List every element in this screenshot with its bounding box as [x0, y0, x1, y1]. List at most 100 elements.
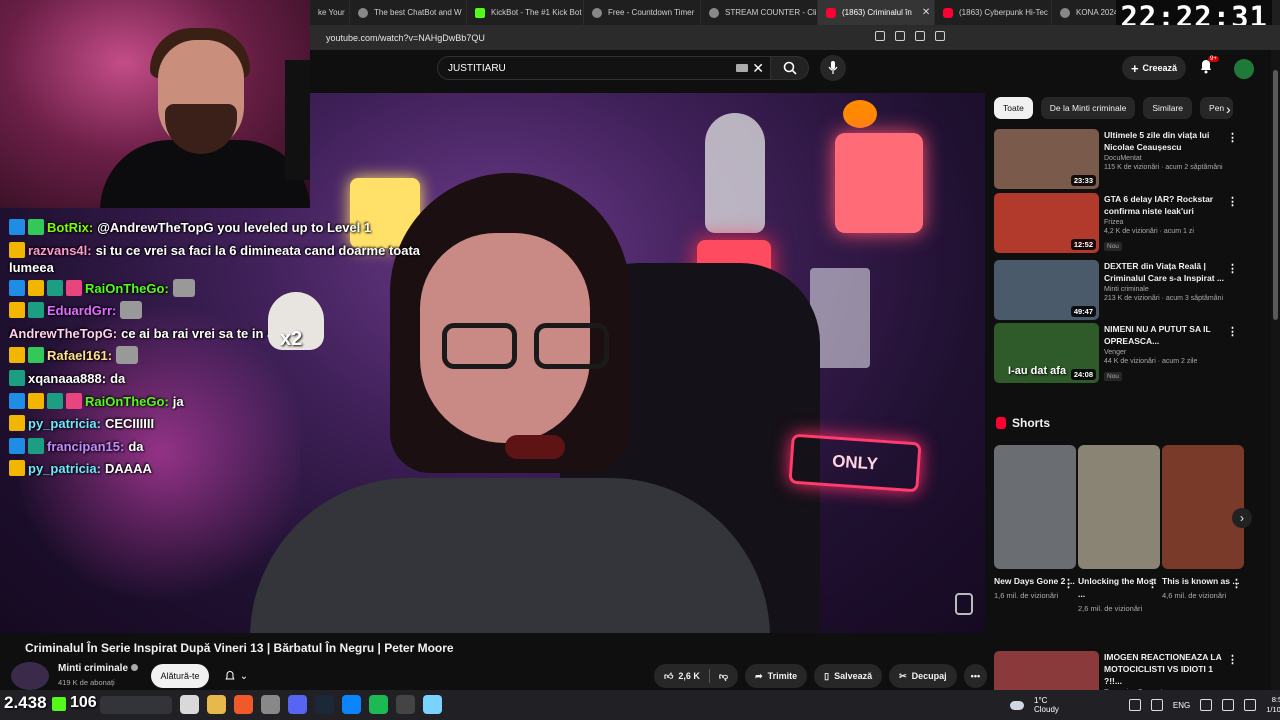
watermark-icon — [955, 593, 973, 615]
filter-chip[interactable]: Similare — [1143, 97, 1193, 119]
recommended-video[interactable]: 49:47 DEXTER din Viața Reală | Criminalul… — [994, 260, 1244, 322]
more-options-icon[interactable]: ⋮ — [1227, 653, 1238, 666]
channel-name[interactable]: DocuMentat — [1104, 155, 1232, 162]
microphone-icon[interactable] — [1150, 699, 1163, 711]
short-thumbnail[interactable] — [1078, 445, 1160, 569]
wifi-icon[interactable] — [1200, 699, 1213, 711]
page-scrollbar[interactable] — [1271, 50, 1280, 690]
more-options-icon[interactable]: ⋮ — [1231, 577, 1242, 590]
taskbar-app-icon[interactable] — [261, 695, 280, 714]
taskbar-app-icon[interactable] — [423, 695, 442, 714]
short-views: 1,6 mil. de vizionări — [994, 591, 1059, 600]
more-options-icon[interactable]: ⋮ — [1063, 577, 1074, 590]
taskbar-app-icon[interactable] — [207, 695, 226, 714]
vpn-icon[interactable] — [935, 31, 945, 41]
chat-username: xqanaaa888: — [28, 370, 107, 386]
short-thumbnail[interactable] — [994, 445, 1076, 569]
install-icon[interactable] — [875, 31, 885, 41]
video-title[interactable]: DEXTER din Viața Reală | Criminalul Care… — [1104, 260, 1232, 284]
short-video[interactable]: New Days Gone 2 ... 1,6 mil. de vizionări… — [994, 445, 1076, 602]
search-button[interactable] — [771, 56, 809, 80]
channel-name[interactable]: Minti criminale — [58, 663, 138, 674]
video-title[interactable]: GTA 6 delay IAR? Rockstar confirma niste… — [1104, 193, 1232, 217]
account-avatar[interactable] — [1234, 59, 1254, 79]
channel-notifications-button[interactable]: ⌄ — [215, 664, 257, 688]
save-button[interactable]: ▯ Salvează — [814, 664, 883, 688]
extension-icon[interactable] — [915, 31, 925, 41]
taskbar-app-icon[interactable] — [369, 695, 388, 714]
more-options-icon[interactable]: ⋮ — [1227, 262, 1238, 275]
browser-tab[interactable]: Free - Countdown Timer — [584, 0, 701, 25]
more-actions-button[interactable]: ••• — [963, 664, 988, 688]
taskbar-clock[interactable]: 8:55 PM 1/10/2026 — [1266, 695, 1280, 715]
chevron-right-icon[interactable]: › — [1226, 101, 1231, 117]
share-button[interactable]: ➦ Trimite — [745, 664, 808, 688]
chat-badge-icon — [28, 392, 44, 409]
battery-icon[interactable] — [1244, 699, 1257, 711]
volume-icon[interactable] — [1222, 699, 1235, 711]
taskbar-app-icon[interactable] — [342, 695, 361, 714]
translate-icon[interactable] — [895, 31, 905, 41]
recommended-video[interactable]: I-au dat afa 24:08 NIMENI NU A PUTUT SA IL… — [994, 323, 1244, 385]
clip-button[interactable]: ✂ Decupaj — [889, 664, 957, 688]
taskbar-app-icon[interactable] — [288, 695, 307, 714]
browser-tab[interactable]: (1863) Cyberpunk Hi-Tec — [935, 0, 1052, 25]
clear-search-icon[interactable]: ✕ — [752, 60, 764, 77]
shorts-next-button[interactable]: › — [1232, 508, 1252, 528]
short-thumbnail[interactable] — [1162, 445, 1244, 569]
join-button[interactable]: Alătură-te — [151, 664, 209, 688]
taskbar-search[interactable] — [100, 696, 172, 714]
more-options-icon[interactable]: ⋮ — [1227, 325, 1238, 338]
taskbar-app-icon[interactable] — [234, 695, 253, 714]
channel-name[interactable]: Venger — [1104, 349, 1232, 356]
video-thumbnail[interactable]: 49:47 — [994, 260, 1099, 320]
video-thumbnail[interactable]: 12:52 — [994, 193, 1099, 253]
more-options-icon[interactable]: ⋮ — [1147, 577, 1158, 590]
more-options-icon[interactable]: ⋮ — [1227, 195, 1238, 208]
recommended-video[interactable]: 12:52 GTA 6 delay IAR? Rockstar confirma … — [994, 193, 1244, 255]
notifications-button[interactable]: 9+ — [1198, 56, 1219, 78]
weather[interactable]: 1°C Cloudy — [1034, 696, 1059, 714]
short-video[interactable]: This is known as ... 4,6 mil. de vizionăr… — [1162, 445, 1244, 602]
keyboard-icon[interactable] — [736, 64, 748, 72]
filter-chip[interactable]: De la Minti criminale — [1040, 97, 1136, 119]
chevron-up-icon[interactable] — [1128, 699, 1141, 711]
recommendations-sidebar: Toate De la Minti criminale Similare Pen › … — [990, 93, 1252, 720]
browser-tab[interactable]: ke Your — [310, 0, 350, 25]
taskbar-app-icon[interactable] — [396, 695, 415, 714]
streamer-webcam — [0, 0, 310, 208]
chat-username: RaiOnTheGo: — [85, 393, 169, 409]
search-value: JUSTITIARU — [448, 62, 506, 74]
browser-tab[interactable]: (1863) Criminalul în ✕ — [818, 0, 935, 25]
video-thumbnail[interactable]: I-au dat afa 24:08 — [994, 323, 1099, 383]
browser-tab[interactable]: The best ChatBot and W — [350, 0, 467, 25]
voice-search-button[interactable] — [820, 55, 846, 81]
short-video[interactable]: Unlocking the Most ... 2,6 mil. de vizion… — [1078, 445, 1160, 615]
thumbs-down-icon[interactable]: 👎︎ — [719, 671, 728, 682]
browser-tab[interactable]: KickBot - The #1 Kick Bot — [467, 0, 584, 25]
video-title[interactable]: IMOGEN REACTIONEAZA LA MOTOCICLISTI VS I… — [1104, 651, 1232, 687]
taskbar-app-icon[interactable] — [180, 695, 199, 714]
like-button[interactable]: 👍︎ 2,6 K 👎︎ — [654, 664, 739, 688]
tab-close-icon[interactable]: ✕ — [922, 7, 930, 18]
more-options-icon[interactable]: ⋮ — [1227, 131, 1238, 144]
url-field[interactable]: youtube.com/watch?v=NAHgDwBb7QU — [316, 33, 485, 43]
recommended-video[interactable]: 23:33 Ultimele 5 zile din viața lui Nicol… — [994, 129, 1244, 191]
generic-favicon-icon — [592, 7, 602, 18]
video-thumbnail[interactable]: 23:33 — [994, 129, 1099, 189]
video-title[interactable]: NIMENI NU A PUTUT SA IL OPREASCA... — [1104, 323, 1232, 347]
generic-favicon-icon — [709, 7, 719, 18]
create-button[interactable]: + Creează — [1122, 56, 1186, 80]
filter-chip[interactable]: Toate — [994, 97, 1033, 119]
channel-name[interactable]: Frizea — [1104, 219, 1232, 226]
video-title[interactable]: Ultimele 5 zile din viața lui Nicolae Ce… — [1104, 129, 1232, 153]
channel-avatar[interactable] — [11, 662, 49, 690]
video-duration: 12:52 — [1070, 239, 1096, 250]
channel-name[interactable]: Minti criminale — [1104, 286, 1232, 293]
weather-icon[interactable] — [1010, 700, 1024, 710]
taskbar-app-icon[interactable] — [315, 695, 334, 714]
search-input[interactable]: JUSTITIARU ✕ — [437, 56, 771, 80]
chevron-down-icon: ⌄ — [239, 670, 249, 682]
browser-tab[interactable]: STREAM COUNTER - Cli — [701, 0, 818, 25]
language-indicator[interactable]: ENG — [1173, 701, 1190, 710]
